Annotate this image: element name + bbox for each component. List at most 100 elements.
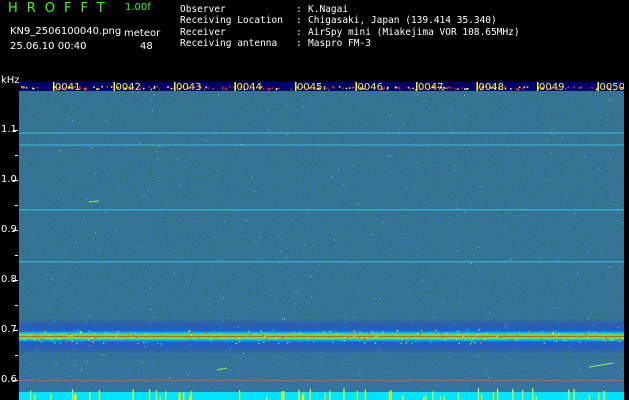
noise-speckle (302, 99, 304, 101)
carrier-speckle (160, 335, 163, 337)
carrier-speckle (93, 337, 95, 339)
noise-speckle (222, 297, 224, 299)
carrier-speckle (516, 339, 518, 341)
noise-speckle (160, 278, 162, 280)
minute-band-speckle (448, 86, 450, 88)
carrier-speckle (69, 330, 71, 333)
minute-band-speckle (101, 86, 103, 88)
noise-speckle (310, 97, 312, 99)
noise-speckle (510, 258, 512, 260)
noise-speckle (267, 108, 269, 110)
baseline-spike (50, 393, 52, 400)
carrier-speckle (374, 336, 376, 338)
noise-speckle (576, 151, 578, 153)
minute-label: 0042 (116, 82, 141, 93)
noise-speckle (68, 333, 70, 335)
noise-speckle (269, 299, 271, 301)
noise-speckle (382, 221, 384, 223)
carrier-speckle (307, 337, 310, 340)
carrier-speckle (355, 331, 357, 334)
carrier-speckle (238, 338, 240, 340)
minute-band-speckle (148, 86, 150, 88)
carrier-speckle (457, 330, 459, 333)
noise-speckle (268, 294, 270, 296)
carrier-speckle (137, 342, 139, 344)
noise-speckle (90, 147, 92, 149)
carrier-speckle (73, 330, 75, 332)
carrier-speckle (69, 333, 71, 335)
noise-speckle (611, 98, 613, 100)
noise-speckle (242, 234, 244, 236)
noise-speckle (454, 169, 456, 171)
minute-band-speckle (522, 88, 524, 90)
carrier-speckle (44, 331, 46, 333)
noise-speckle (74, 242, 76, 244)
noise-speckle (117, 365, 119, 367)
noise-speckle (440, 367, 442, 369)
noise-speckle (285, 257, 287, 259)
noise-speckle (173, 272, 175, 274)
noise-speckle (346, 336, 348, 338)
minute-label: 0043 (176, 82, 201, 93)
carrier-speckle (601, 341, 604, 343)
noise-speckle (153, 316, 155, 318)
noise-speckle (583, 155, 585, 157)
noise-speckle (331, 175, 333, 177)
noise-speckle (608, 99, 610, 101)
noise-speckle (240, 144, 242, 146)
minute-band-speckle (580, 86, 583, 89)
meteor-count: 48 (140, 41, 153, 52)
noise-speckle (87, 360, 89, 362)
noise-speckle (205, 140, 207, 142)
noise-speckle (468, 163, 470, 165)
baseline-spike (309, 388, 311, 400)
noise-speckle (457, 244, 459, 246)
noise-speckle (19, 134, 21, 136)
noise-speckle (404, 184, 406, 186)
noise-speckle (283, 318, 285, 320)
noise-speckle (251, 365, 253, 367)
noise-speckle (504, 322, 506, 324)
noise-speckle (259, 236, 261, 238)
noise-speckle (305, 162, 307, 164)
noise-speckle (222, 320, 224, 322)
minute-band-speckle (395, 87, 398, 89)
noise-speckle (169, 377, 171, 379)
info-row-location: Receiving Location: Chigasaki, Japan (139… (180, 15, 497, 26)
baseline-spike (165, 391, 167, 400)
baseline-spike (324, 393, 326, 400)
interference-line (19, 209, 624, 211)
carrier-speckle (295, 336, 297, 338)
noise-speckle (352, 165, 354, 167)
baseline-spike (532, 388, 534, 400)
noise-speckle (565, 164, 567, 166)
noise-speckle (177, 158, 179, 160)
baseline-spike (183, 392, 185, 400)
noise-speckle (417, 161, 419, 163)
baseline-spike (178, 392, 180, 400)
noise-speckle (161, 236, 163, 238)
noise-speckle (103, 354, 105, 356)
noise-speckle (292, 188, 294, 190)
noise-speckle (306, 158, 308, 160)
carrier-speckle (187, 338, 190, 340)
noise-speckle (466, 151, 468, 153)
noise-speckle (213, 236, 215, 238)
noise-speckle (48, 305, 50, 307)
noise-speckle (423, 207, 425, 209)
noise-speckle (556, 330, 558, 332)
carrier-speckle (399, 342, 402, 344)
minute-band-speckle (398, 86, 400, 89)
noise-speckle (503, 262, 505, 264)
carrier-speckle (347, 330, 349, 332)
noise-speckle (138, 371, 140, 373)
minute-label: 0046 (358, 82, 383, 93)
noise-speckle (114, 289, 116, 291)
noise-speckle (36, 348, 38, 350)
noise-speckle (609, 340, 611, 342)
noise-speckle (256, 244, 258, 246)
noise-speckle (403, 123, 405, 125)
noise-speckle (464, 211, 466, 213)
minute-band-speckle (267, 88, 270, 91)
carrier-speckle (80, 331, 82, 333)
